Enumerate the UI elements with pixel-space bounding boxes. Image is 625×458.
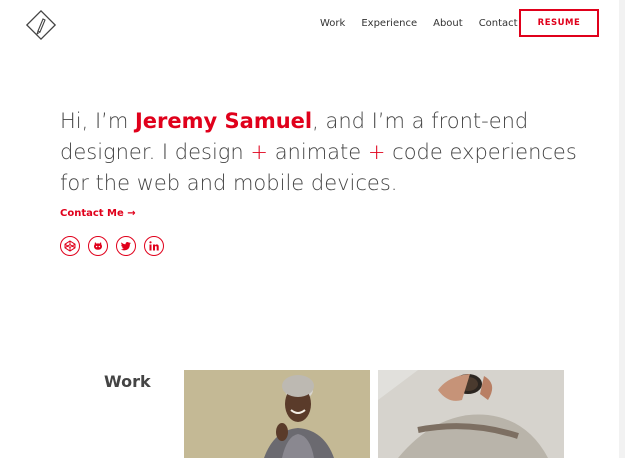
plus-sign: + (250, 140, 269, 164)
work-card-portrait[interactable] (184, 370, 370, 458)
work-card-coffee[interactable] (378, 370, 564, 458)
coffee-cup-image (378, 370, 564, 458)
hero-intro: Hi, I’m Jeremy Samuel, and I’m a front-e… (60, 106, 580, 199)
nav-contact[interactable]: Contact (479, 17, 518, 31)
logo-icon[interactable] (24, 8, 58, 42)
github-icon[interactable] (88, 236, 108, 256)
woman-portrait-image (184, 370, 370, 458)
linkedin-icon[interactable] (144, 236, 164, 256)
hero-intro-animate: animate (268, 140, 368, 164)
plus-sign: + (367, 140, 386, 164)
nav-experience[interactable]: Experience (361, 17, 417, 31)
hero-name: Jeremy Samuel (134, 109, 313, 133)
hero-intro-prefix: Hi, I’m (60, 109, 135, 133)
main-nav: Work Experience About Contact (320, 17, 534, 31)
nav-work[interactable]: Work (320, 17, 345, 31)
twitter-icon[interactable] (116, 236, 136, 256)
contact-me-link[interactable]: Contact Me → (60, 208, 136, 219)
nav-about[interactable]: About (433, 17, 463, 31)
page-scrollbar[interactable] (619, 0, 625, 458)
social-links (60, 236, 164, 256)
work-section-title: Work (104, 372, 151, 391)
resume-button[interactable]: RESUME (519, 9, 599, 37)
codepen-icon[interactable] (60, 236, 80, 256)
